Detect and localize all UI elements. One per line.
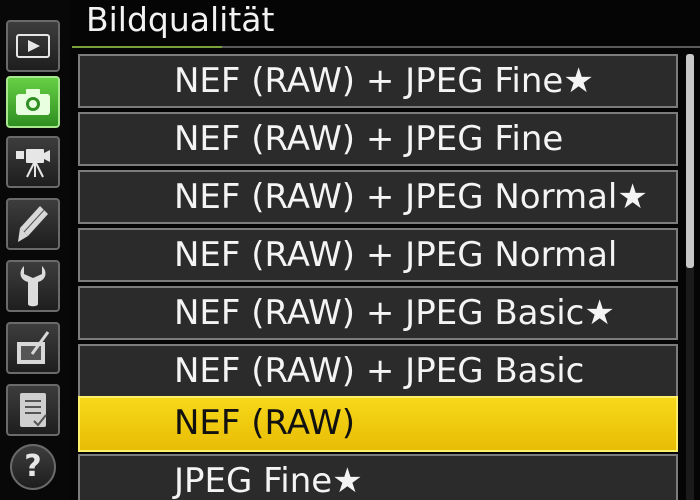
camera-icon — [16, 89, 50, 115]
playback-icon — [16, 34, 50, 58]
pencil-icon — [18, 206, 48, 242]
title-divider — [72, 46, 700, 48]
menu-item-raw-jpeg-normal-star[interactable]: NEF (RAW) + JPEG Normal★ — [78, 170, 678, 224]
retouch-icon — [17, 331, 50, 364]
tab-playback[interactable] — [6, 20, 60, 72]
my-menu-icon — [20, 393, 47, 427]
tab-retouch[interactable] — [6, 322, 60, 374]
menu-item-raw-jpeg-fine-star[interactable]: NEF (RAW) + JPEG Fine★ — [78, 54, 678, 108]
menu-item-jpeg-fine-star[interactable]: JPEG Fine★ — [78, 454, 678, 500]
image-quality-list: NEF (RAW) + JPEG Fine★ NEF (RAW) + JPEG … — [78, 52, 682, 500]
menu-item-raw-jpeg-normal[interactable]: NEF (RAW) + JPEG Normal — [78, 228, 678, 282]
scrollbar-track[interactable] — [686, 54, 694, 500]
tab-custom-settings[interactable] — [6, 198, 60, 250]
help-button[interactable]: ? — [10, 444, 56, 490]
menu-item-raw-jpeg-fine[interactable]: NEF (RAW) + JPEG Fine — [78, 112, 678, 166]
menu-screen: ? Bildqualität NEF (RAW) + JPEG Fine★ NE… — [0, 0, 700, 500]
menu-item-raw-selected[interactable]: NEF (RAW) — [78, 396, 678, 452]
help-icon: ? — [24, 449, 42, 484]
page-title: Bildqualität — [86, 0, 275, 39]
menu-item-raw-jpeg-basic-star[interactable]: NEF (RAW) + JPEG Basic★ — [78, 286, 678, 340]
sidebar: ? — [0, 0, 70, 500]
wrench-icon — [20, 266, 46, 307]
movie-camera-icon — [16, 149, 50, 178]
menu-item-raw-jpeg-basic[interactable]: NEF (RAW) + JPEG Basic — [78, 344, 678, 398]
scrollbar-thumb[interactable] — [686, 54, 694, 268]
tab-setup[interactable] — [6, 260, 60, 312]
tab-movie[interactable] — [6, 136, 60, 188]
tab-my-menu[interactable] — [6, 384, 60, 436]
tab-shooting[interactable] — [6, 76, 60, 128]
